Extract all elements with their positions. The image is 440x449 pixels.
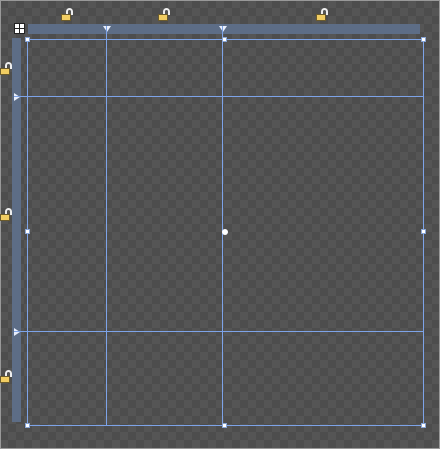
resize-handle-top[interactable] [222,37,227,42]
row-divider-line-1[interactable] [14,96,424,97]
resize-handle-bottom-right[interactable] [421,423,426,428]
row-divider-2-triangle-right-icon[interactable] [14,328,20,336]
row-divider-1-triangle-right-icon[interactable] [14,93,20,101]
resize-handle-bottom-left[interactable] [25,423,30,428]
row-divider-line-2[interactable] [14,331,424,332]
column-divider-line-1[interactable] [106,26,107,426]
resize-handle-bottom[interactable] [222,423,227,428]
column-divider-line-2[interactable] [222,26,223,426]
grid-select-icon[interactable] [14,23,25,34]
column-lock-3-unlock-icon[interactable] [316,8,330,22]
resize-handle-right[interactable] [421,229,426,234]
column-divider-1-triangle-down-icon[interactable] [103,26,111,32]
center-handle[interactable] [222,229,228,235]
column-lock-2-unlock-icon[interactable] [158,8,172,22]
column-divider-2-triangle-down-icon[interactable] [219,26,227,32]
resize-handle-left[interactable] [25,229,30,234]
resize-handle-top-left[interactable] [25,37,30,42]
resize-handle-top-right[interactable] [421,37,426,42]
column-lock-1-unlock-icon[interactable] [61,8,75,22]
